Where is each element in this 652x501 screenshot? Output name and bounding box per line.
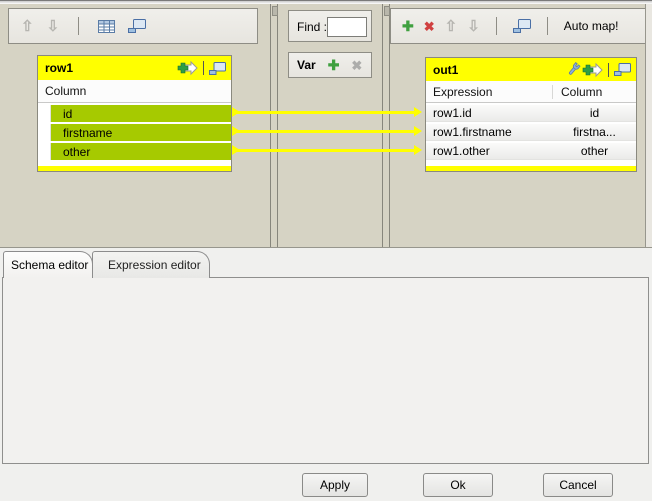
delete-var-icon[interactable]: ✖ xyxy=(351,59,362,72)
toolbar-divider xyxy=(547,17,548,35)
row1-column-header: Column xyxy=(38,80,231,103)
output-table-out1: out1 Expression Column row1.id id row1.f… xyxy=(425,57,637,172)
out1-title: out1 xyxy=(433,63,566,77)
auto-map-button[interactable]: Auto map! xyxy=(564,19,619,33)
find-label: Find : xyxy=(297,20,327,34)
move-down-icon[interactable]: ⇩ xyxy=(47,19,60,34)
row-selector[interactable] xyxy=(38,105,51,122)
right-splitter[interactable] xyxy=(382,4,390,247)
out1-entry-firstname[interactable]: row1.firstname firstna... xyxy=(426,124,636,141)
row1-column-id[interactable]: id xyxy=(51,105,231,122)
move-up-icon[interactable]: ⇧ xyxy=(445,19,458,34)
minimize-window-icon[interactable] xyxy=(513,19,531,33)
expression-cell[interactable]: row1.id xyxy=(426,106,553,120)
map-link-firstname[interactable] xyxy=(232,130,416,133)
apply-button[interactable]: Apply xyxy=(302,473,368,497)
map-link-other[interactable] xyxy=(232,149,416,152)
tmap-editor-window: ⇧ ⇩ row1 Column id firstname other xyxy=(0,0,652,501)
add-column-arrow-icon[interactable] xyxy=(177,60,198,76)
delete-output-icon[interactable]: ✖ xyxy=(424,20,435,33)
out1-entry-id[interactable]: row1.id id xyxy=(426,105,636,122)
expression-cell[interactable]: row1.firstname xyxy=(426,125,553,139)
map-arrow-icon xyxy=(414,107,422,117)
move-up-icon[interactable]: ⇧ xyxy=(21,19,34,34)
var-box: Var ✚ ✖ xyxy=(288,52,372,78)
column-cell[interactable]: id xyxy=(553,106,636,120)
column-header: Column xyxy=(553,85,602,99)
input-toolbar: ⇧ ⇩ xyxy=(8,8,258,44)
expression-cell[interactable]: row1.other xyxy=(426,144,553,158)
input-table-row1: row1 Column id firstname other xyxy=(37,55,232,172)
map-arrow-icon xyxy=(232,107,240,117)
var-label: Var xyxy=(297,58,316,72)
header-divider xyxy=(608,63,609,77)
map-arrow-icon xyxy=(232,126,240,136)
out1-entry-other[interactable]: row1.other other xyxy=(426,143,636,160)
row1-entry-other[interactable]: other xyxy=(38,143,231,160)
schema-editor-panel xyxy=(2,277,649,464)
header-divider xyxy=(203,61,204,75)
row-selector[interactable] xyxy=(38,124,51,141)
add-output-icon[interactable]: ✚ xyxy=(402,19,414,33)
left-splitter[interactable] xyxy=(270,4,278,247)
cancel-button[interactable]: Cancel xyxy=(543,473,613,497)
output-toolbar: ✚ ✖ ⇧ ⇩ Auto map! xyxy=(390,8,648,44)
row1-title: row1 xyxy=(45,61,177,75)
column-cell[interactable]: firstna... xyxy=(553,125,636,139)
toolbar-divider xyxy=(496,17,497,35)
move-down-icon[interactable]: ⇩ xyxy=(467,19,480,34)
column-cell[interactable]: other xyxy=(553,144,636,158)
map-link-id[interactable] xyxy=(232,111,416,114)
add-var-icon[interactable]: ✚ xyxy=(328,58,340,72)
map-arrow-icon xyxy=(414,145,422,155)
row1-bottom-bar xyxy=(38,166,231,171)
ok-button[interactable]: Ok xyxy=(423,473,493,497)
row-selector[interactable] xyxy=(38,143,51,160)
out1-bottom-bar xyxy=(426,166,636,171)
minimize-window-icon[interactable] xyxy=(128,19,146,33)
map-arrow-icon xyxy=(414,126,422,136)
minimize-table-icon[interactable] xyxy=(209,62,226,75)
expression-header: Expression xyxy=(426,85,553,99)
tab-expression-editor[interactable]: Expression editor xyxy=(92,251,210,278)
map-arrow-icon xyxy=(232,145,240,155)
row1-entry-firstname[interactable]: firstname xyxy=(38,124,231,141)
toolbar-divider xyxy=(78,17,79,35)
row1-column-other[interactable]: other xyxy=(51,143,231,160)
find-box: Find : xyxy=(288,10,372,42)
out1-header: out1 xyxy=(426,58,636,81)
minimize-table-icon[interactable] xyxy=(614,63,631,76)
row1-column-firstname[interactable]: firstname xyxy=(51,124,231,141)
row1-entry-id[interactable]: id xyxy=(38,105,231,122)
row1-header: row1 xyxy=(38,56,231,80)
settings-wrench-icon[interactable] xyxy=(566,62,582,77)
table-view-icon[interactable] xyxy=(98,20,115,33)
tab-schema-editor[interactable]: Schema editor xyxy=(3,251,93,278)
add-column-arrow-icon[interactable] xyxy=(582,62,603,78)
out1-column-headers: Expression Column xyxy=(426,81,636,103)
find-input[interactable] xyxy=(327,17,367,37)
mapper-right-scrollbar[interactable] xyxy=(645,4,652,247)
